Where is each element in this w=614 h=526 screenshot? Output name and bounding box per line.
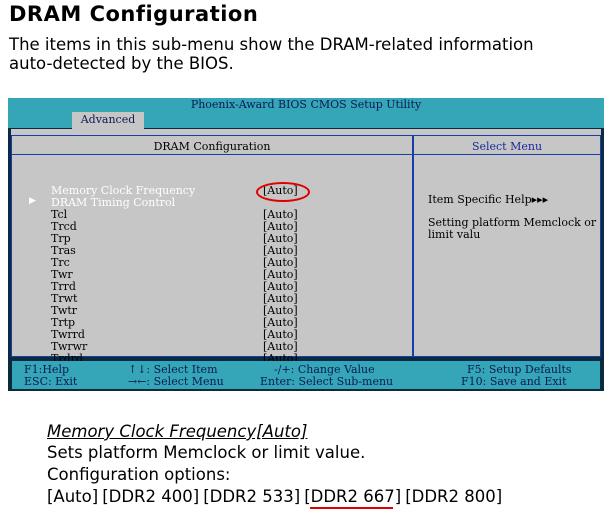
tab-advanced[interactable]: Advanced bbox=[72, 112, 144, 129]
option-value: [DDR2 800] bbox=[405, 487, 503, 506]
bios-title: Phoenix-Award BIOS CMOS Setup Utility bbox=[8, 98, 604, 112]
option-value: [DDR2 667] bbox=[304, 487, 402, 506]
submenu-arrow-icon: ▶ bbox=[29, 196, 36, 206]
help-title: Select Menu bbox=[471, 140, 543, 153]
doc-intro: The items in this sub-menu show the DRAM… bbox=[9, 35, 534, 73]
panel-title: DRAM Configuration bbox=[153, 140, 271, 153]
key-bar: F1:Help ESC: Exit ↑↓: Select Item →←: Se… bbox=[12, 361, 600, 389]
doc-title: DRAM Configuration bbox=[9, 2, 259, 26]
option-value: [Auto] bbox=[47, 487, 99, 506]
option-value: [DDR2 533] bbox=[203, 487, 301, 506]
bios-screen: Phoenix-Award BIOS CMOS Setup Utility Ad… bbox=[8, 98, 604, 391]
help-panel bbox=[413, 135, 601, 357]
key-enter: Enter: Select Sub-menu bbox=[260, 375, 394, 388]
help-text: Setting platform Memclock or limit valu bbox=[428, 216, 597, 241]
help-item-specific: Item Specific Help▸▸▸ bbox=[428, 193, 549, 206]
option-value: [DDR2 400] bbox=[102, 487, 200, 506]
highlight-circle bbox=[256, 182, 310, 202]
option-config-label: Configuration options: bbox=[47, 465, 231, 484]
main-panel: DRAM Configuration Select Menu Memory Cl… bbox=[11, 129, 601, 389]
option-description: Sets platform Memclock or limit value. bbox=[47, 443, 366, 462]
header-divider bbox=[12, 154, 600, 155]
option-title: Memory Clock Frequency[Auto] bbox=[47, 422, 308, 441]
key-select-menu: →←: Select Menu bbox=[128, 375, 224, 388]
key-f10: F10: Save and Exit bbox=[461, 375, 567, 388]
key-esc: ESC: Exit bbox=[24, 375, 78, 388]
highlight-underline bbox=[310, 507, 393, 509]
setting-label[interactable]: DRAM Timing Control bbox=[51, 197, 175, 209]
option-list: [Auto] [DDR2 400] [DDR2 533] [DDR2 667] [DDR… bbox=[47, 487, 506, 506]
